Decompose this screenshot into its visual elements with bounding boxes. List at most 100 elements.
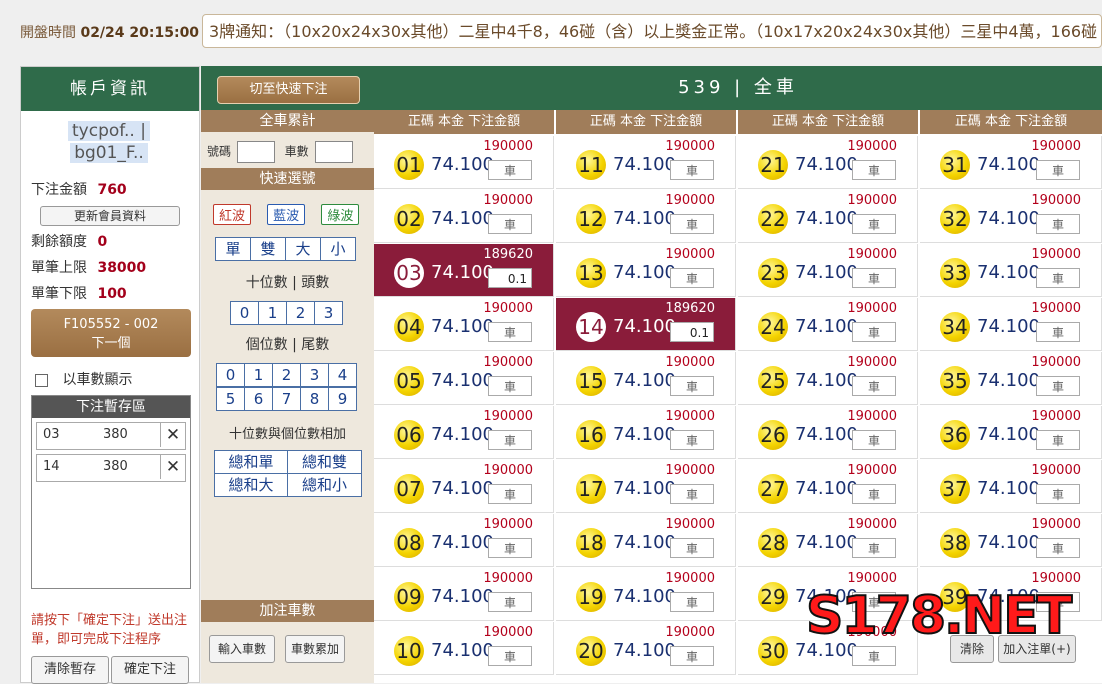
amount-input[interactable]: 車 xyxy=(852,268,896,288)
remove-icon[interactable]: ✕ xyxy=(160,455,185,479)
number-cell[interactable]: 31 74.100 190000 車 xyxy=(920,136,1102,189)
amount-input[interactable]: 車 xyxy=(488,214,532,234)
amount-input[interactable]: 車 xyxy=(670,484,714,504)
number-cell[interactable]: 36 74.100 190000 車 xyxy=(920,406,1102,459)
number-ball[interactable]: 03 xyxy=(394,258,424,288)
number-ball[interactable]: 10 xyxy=(394,636,424,666)
number-cell[interactable]: 19 74.100 190000 車 xyxy=(556,568,736,621)
number-cell[interactable]: 09 74.100 190000 車 xyxy=(374,568,554,621)
amount-input[interactable]: 車 xyxy=(670,214,714,234)
number-cell[interactable]: 37 74.100 190000 車 xyxy=(920,460,1102,513)
number-ball[interactable]: 32 xyxy=(940,204,970,234)
number-ball[interactable]: 16 xyxy=(576,420,606,450)
amount-input[interactable]: 車 xyxy=(670,430,714,450)
show-by-count-row[interactable]: 以車數顯示 xyxy=(35,369,132,389)
number-cell[interactable]: 24 74.100 190000 車 xyxy=(738,298,918,351)
amount-input[interactable]: 車 xyxy=(852,214,896,234)
amount-input[interactable]: 車 xyxy=(488,538,532,558)
number-ball[interactable]: 19 xyxy=(576,582,606,612)
number-cell[interactable]: 32 74.100 190000 車 xyxy=(920,190,1102,243)
amount-input[interactable]: 車 xyxy=(852,484,896,504)
amount-input[interactable]: 車 xyxy=(670,646,714,666)
units-digit-button[interactable]: 9 xyxy=(329,387,357,411)
number-cell[interactable]: 08 74.100 190000 車 xyxy=(374,514,554,567)
amount-input[interactable]: 車 xyxy=(852,322,896,342)
number-ball[interactable]: 11 xyxy=(576,150,606,180)
input-count-button[interactable]: 輸入車數 xyxy=(209,635,275,663)
amount-input[interactable]: 車 xyxy=(488,376,532,396)
units-digit-button[interactable]: 2 xyxy=(273,363,301,387)
number-cell[interactable]: 04 74.100 190000 車 xyxy=(374,298,554,351)
sum-small-button[interactable]: 總和小 xyxy=(288,474,362,497)
number-cell[interactable]: 20 74.100 190000 車 xyxy=(556,622,736,675)
number-cell[interactable]: 02 74.100 190000 車 xyxy=(374,190,554,243)
units-digit-button[interactable]: 6 xyxy=(245,387,273,411)
amount-input[interactable]: 車 xyxy=(488,646,532,666)
amount-input[interactable]: 車 xyxy=(852,646,896,666)
number-cell[interactable]: 25 74.100 190000 車 xyxy=(738,352,918,405)
number-ball[interactable]: 34 xyxy=(940,312,970,342)
number-ball[interactable]: 20 xyxy=(576,636,606,666)
number-ball[interactable]: 07 xyxy=(394,474,424,504)
amount-input[interactable]: 車 xyxy=(1036,484,1080,504)
number-cell[interactable]: 17 74.100 190000 車 xyxy=(556,460,736,513)
odd-button[interactable]: 單 xyxy=(215,237,251,261)
amount-input[interactable]: 車 xyxy=(1036,538,1080,558)
number-ball[interactable]: 29 xyxy=(758,582,788,612)
number-cell[interactable]: 26 74.100 190000 車 xyxy=(738,406,918,459)
number-ball[interactable]: 12 xyxy=(576,204,606,234)
number-ball[interactable]: 35 xyxy=(940,366,970,396)
number-ball[interactable]: 05 xyxy=(394,366,424,396)
amount-input[interactable]: 0.1 xyxy=(488,268,532,288)
number-ball[interactable]: 27 xyxy=(758,474,788,504)
number-cell[interactable]: 05 74.100 190000 車 xyxy=(374,352,554,405)
clear-stash-button[interactable]: 清除暫存 xyxy=(31,656,109,684)
blue-wave-button[interactable]: 藍波 xyxy=(267,204,306,225)
number-cell[interactable]: 16 74.100 190000 車 xyxy=(556,406,736,459)
num-input[interactable] xyxy=(236,141,275,163)
number-cell[interactable]: 35 74.100 190000 車 xyxy=(920,352,1102,405)
number-cell[interactable]: 33 74.100 190000 車 xyxy=(920,244,1102,297)
number-ball[interactable]: 14 xyxy=(576,312,606,342)
remove-icon[interactable]: ✕ xyxy=(160,423,185,447)
units-digit-button[interactable]: 0 xyxy=(216,363,245,387)
amount-input[interactable]: 車 xyxy=(670,160,714,180)
number-cell[interactable]: 11 74.100 190000 車 xyxy=(556,136,736,189)
number-ball[interactable]: 02 xyxy=(394,204,424,234)
number-cell[interactable]: 18 74.100 190000 車 xyxy=(556,514,736,567)
number-ball[interactable]: 37 xyxy=(940,474,970,504)
number-cell[interactable]: 10 74.100 190000 車 xyxy=(374,622,554,675)
show-by-count-checkbox[interactable] xyxy=(35,373,48,387)
amount-input[interactable]: 車 xyxy=(488,484,532,504)
number-ball[interactable]: 36 xyxy=(940,420,970,450)
number-ball[interactable]: 31 xyxy=(940,150,970,180)
amount-input[interactable]: 車 xyxy=(852,538,896,558)
amount-input[interactable]: 車 xyxy=(670,376,714,396)
number-cell[interactable]: 14 74.100 189620 0.1 xyxy=(556,298,736,351)
sum-even-button[interactable]: 總和雙 xyxy=(288,450,362,474)
amount-input[interactable]: 車 xyxy=(1036,214,1080,234)
number-cell[interactable]: 38 74.100 190000 車 xyxy=(920,514,1102,567)
number-cell[interactable]: 03 74.100 189620 0.1 xyxy=(374,244,554,297)
accumulate-count-button[interactable]: 車數累加 xyxy=(285,635,345,663)
number-ball[interactable]: 01 xyxy=(394,150,424,180)
number-ball[interactable]: 21 xyxy=(758,150,788,180)
green-wave-button[interactable]: 綠波 xyxy=(321,204,360,225)
amount-input[interactable]: 0.1 xyxy=(670,322,714,342)
number-ball[interactable]: 38 xyxy=(940,528,970,558)
number-ball[interactable]: 30 xyxy=(758,636,788,666)
number-ball[interactable]: 24 xyxy=(758,312,788,342)
number-cell[interactable]: 27 74.100 190000 車 xyxy=(738,460,918,513)
amount-input[interactable]: 車 xyxy=(488,160,532,180)
number-ball[interactable]: 06 xyxy=(394,420,424,450)
number-ball[interactable]: 33 xyxy=(940,258,970,288)
number-cell[interactable]: 01 74.100 190000 車 xyxy=(374,136,554,189)
number-ball[interactable]: 04 xyxy=(394,312,424,342)
amount-input[interactable]: 車 xyxy=(1036,376,1080,396)
number-cell[interactable]: 34 74.100 190000 車 xyxy=(920,298,1102,351)
amount-input[interactable]: 車 xyxy=(1036,430,1080,450)
number-cell[interactable]: 07 74.100 190000 車 xyxy=(374,460,554,513)
number-cell[interactable]: 21 74.100 190000 車 xyxy=(738,136,918,189)
tens-digit-button[interactable]: 1 xyxy=(259,301,287,325)
number-ball[interactable]: 17 xyxy=(576,474,606,504)
